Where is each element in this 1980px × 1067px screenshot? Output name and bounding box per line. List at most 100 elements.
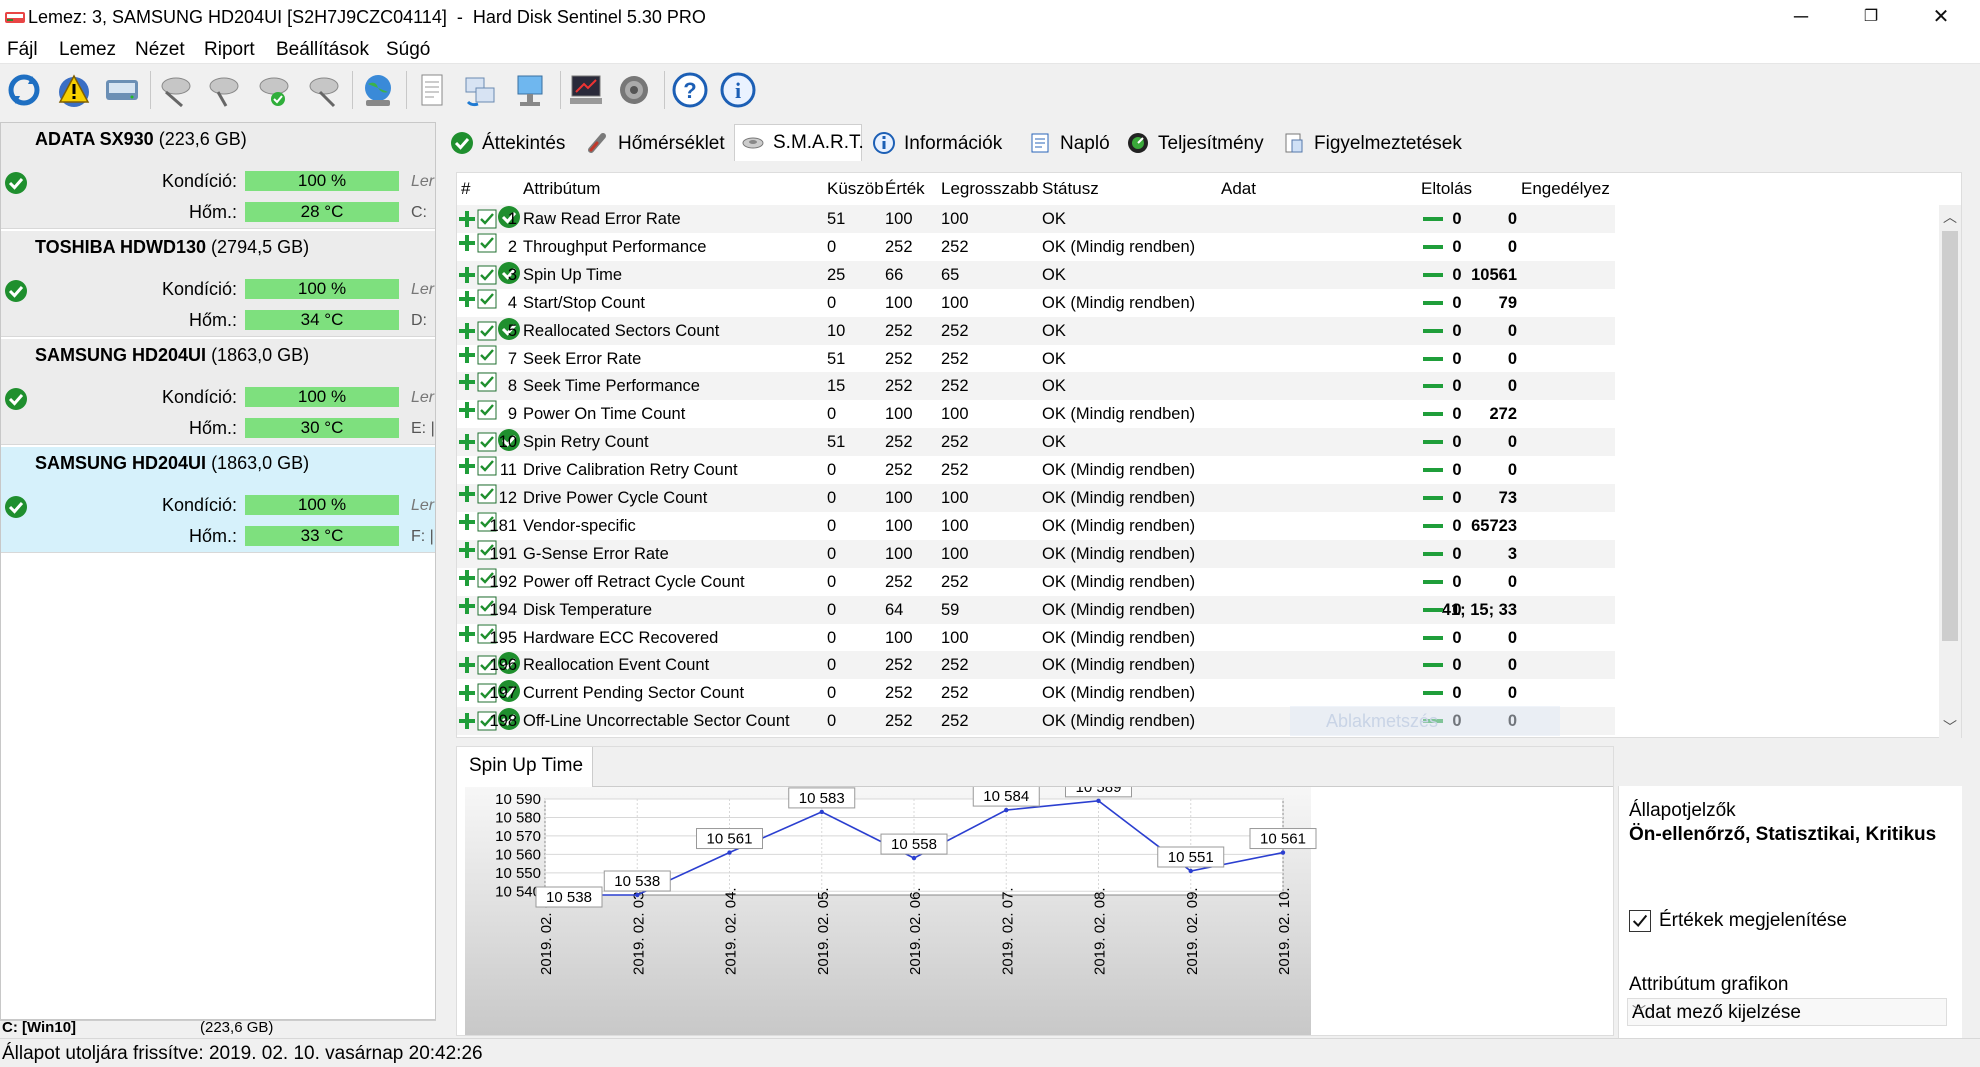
chart-tab[interactable]: Spin Up Time xyxy=(457,747,593,787)
table-row[interactable]: 7 Seek Error Rate 51 252 252 OK 0 0 xyxy=(457,345,1615,373)
minus-icon[interactable] xyxy=(1423,468,1443,473)
sync-icon[interactable] xyxy=(460,70,500,110)
header-enabled[interactable]: Engedélyez xyxy=(1521,179,1610,199)
data-point[interactable] xyxy=(911,855,917,861)
menu-file[interactable]: Fájl xyxy=(7,39,38,61)
disk-test-icon[interactable] xyxy=(156,70,196,110)
minus-icon[interactable] xyxy=(1423,217,1443,221)
table-row[interactable]: 196 Reallocation Event Count 0 252 252 OK (Mi… xyxy=(457,651,1615,680)
chart-options-pane: Állapotjelzők Ön-ellenőrző, Statisztikai… xyxy=(1618,786,1962,1038)
minus-icon[interactable] xyxy=(1423,272,1443,277)
minus-icon[interactable] xyxy=(1423,691,1443,696)
header-data[interactable]: Adat xyxy=(1221,179,1256,199)
data-point[interactable] xyxy=(1280,850,1286,855)
header-status[interactable]: Státusz xyxy=(1042,179,1099,199)
minus-icon[interactable] xyxy=(1423,607,1443,612)
data-point[interactable] xyxy=(1004,807,1009,813)
disk-item[interactable]: ADATA SX930 (223,6 GB) Kondíció: 100 % Ler H… xyxy=(1,123,435,229)
disk-surface-icon[interactable] xyxy=(204,70,244,110)
close-button[interactable]: ✕ xyxy=(1906,0,1976,36)
table-row[interactable]: 191 G-Sense Error Rate 0 100 100 OK (Mindig r… xyxy=(457,539,1615,568)
data-point[interactable] xyxy=(1096,798,1101,804)
minus-icon[interactable] xyxy=(1423,300,1443,305)
cell-threshold: 0 xyxy=(827,293,837,312)
minimize-button[interactable]: ─ xyxy=(1766,0,1836,36)
restore-button[interactable]: ❐ xyxy=(1836,0,1906,36)
speaker-icon[interactable] xyxy=(614,70,654,110)
table-row[interactable]: 192 Power off Retract Cycle Count 0 252 252 O… xyxy=(457,568,1615,596)
network-icon[interactable] xyxy=(510,70,550,110)
header-worst[interactable]: Legrosszabb xyxy=(941,179,1038,199)
table-row[interactable]: 2 Throughput Performance 0 252 252 OK (Mindig… xyxy=(457,233,1615,261)
help-icon[interactable]: ? xyxy=(670,70,710,110)
header-value[interactable]: Érték xyxy=(885,179,925,199)
table-row[interactable]: 4 Start/Stop Count 0 100 100 OK (Mindig rendb… xyxy=(457,289,1615,317)
table-row[interactable]: 181 Vendor-specific 0 100 100 OK (Mindig rend… xyxy=(457,512,1615,540)
minus-icon[interactable] xyxy=(1423,579,1443,584)
table-row[interactable]: 3 Spin Up Time 25 66 65 OK 10561 0 xyxy=(457,260,1615,289)
menu-disk[interactable]: Lemez xyxy=(59,39,116,61)
spin-up-time-chart: 10 59010 58010 57010 56010 55010 5402019… xyxy=(465,787,1317,1035)
graph-attr-select[interactable]: Adat mező kijelzése ﹀ xyxy=(1627,998,1947,1026)
minus-icon[interactable] xyxy=(1423,244,1443,249)
menu-help[interactable]: Súgó xyxy=(386,39,430,61)
menu-report[interactable]: Riport xyxy=(204,39,255,61)
data-point[interactable] xyxy=(819,809,824,815)
table-row[interactable]: 195 Hardware ECC Recovered 0 100 100 OK (Mind… xyxy=(457,624,1615,652)
show-values-checkbox[interactable] xyxy=(1629,910,1651,932)
table-row[interactable]: 11 Drive Calibration Retry Count 0 252 252 OK… xyxy=(457,456,1615,484)
table-row[interactable]: 8 Seek Time Performance 15 252 252 OK 0 0 xyxy=(457,372,1615,401)
report-icon[interactable] xyxy=(412,70,452,110)
scroll-up-icon[interactable]: ︿ xyxy=(1939,207,1961,227)
disk-ok-icon[interactable] xyxy=(254,70,294,110)
header-threshold[interactable]: Küszöb xyxy=(827,179,884,199)
cell-status: OK xyxy=(1042,321,1066,340)
table-row[interactable]: 1 Raw Read Error Rate 51 100 100 OK 0 0 xyxy=(457,205,1615,233)
minus-icon[interactable] xyxy=(1423,440,1443,445)
table-row[interactable]: 9 Power On Time Count 0 100 100 OK (Mindig re… xyxy=(457,400,1615,428)
info-icon[interactable]: i xyxy=(718,70,758,110)
table-row[interactable]: 12 Drive Power Cycle Count 0 100 100 OK (Mind… xyxy=(457,484,1615,512)
partition-row[interactable]: C: [Win10] (223,6 GB) xyxy=(0,1020,436,1036)
scroll-thumb[interactable] xyxy=(1942,231,1958,641)
minus-icon[interactable] xyxy=(1423,384,1443,389)
cell-attribute: Reallocated Sectors Count xyxy=(523,321,720,340)
table-row[interactable]: 194 Disk Temperature 0 64 59 OK (Mindig rendb… xyxy=(457,595,1615,624)
cell-attribute: Spin Up Time xyxy=(523,265,623,284)
disk-search-icon[interactable] xyxy=(304,70,344,110)
data-point[interactable] xyxy=(727,850,732,855)
table-row[interactable]: 10 Spin Retry Count 51 252 252 OK 0 0 xyxy=(457,428,1615,457)
minus-icon[interactable] xyxy=(1423,635,1443,640)
table-row[interactable]: 5 Reallocated Sectors Count 10 252 252 OK 0 0 xyxy=(457,316,1615,345)
header-attribute[interactable]: Attribútum xyxy=(523,179,600,199)
data-point[interactable] xyxy=(1188,868,1193,874)
disk-icon[interactable] xyxy=(102,70,142,110)
monitor-icon[interactable] xyxy=(566,70,606,110)
disk-item[interactable]: SAMSUNG HD204UI (1863,0 GB) Kondíció: 100 … xyxy=(1,339,435,445)
refresh-icon[interactable] xyxy=(4,70,44,110)
menu-settings[interactable]: Beállítások xyxy=(276,39,369,61)
disk-item[interactable]: TOSHIBA HDWD130 (2794,5 GB) Kondíció: 100 … xyxy=(1,231,435,337)
warning-icon[interactable] xyxy=(54,70,94,110)
table-row[interactable]: 197 Current Pending Sector Count 0 252 252 OK… xyxy=(457,679,1615,707)
cell-value: 252 xyxy=(885,321,913,340)
cell-offset: 0 xyxy=(1452,237,1462,256)
minus-icon[interactable] xyxy=(1423,412,1443,417)
show-values-label[interactable]: Értékek megjelenítése xyxy=(1659,910,1847,932)
tab-s-m-a-r-t-[interactable]: S.M.A.R.T. xyxy=(734,124,864,161)
smart-vertical-scrollbar[interactable]: ︿ ﹀ xyxy=(1939,205,1961,739)
minus-icon[interactable] xyxy=(1423,496,1443,500)
disk-ok-icon xyxy=(5,172,27,194)
minus-icon[interactable] xyxy=(1423,356,1443,361)
minus-icon[interactable] xyxy=(1423,551,1443,556)
minus-icon[interactable] xyxy=(1423,523,1443,528)
scroll-down-icon[interactable]: ﹀ xyxy=(1939,717,1961,737)
header-id[interactable]: # xyxy=(461,179,470,199)
data-point[interactable] xyxy=(635,892,640,898)
disk-item[interactable]: SAMSUNG HD204UI (1863,0 GB) Kondíció: 100 … xyxy=(1,447,435,553)
minus-icon[interactable] xyxy=(1423,663,1443,668)
header-offset[interactable]: Eltolás xyxy=(1421,179,1472,199)
globe-icon[interactable] xyxy=(358,70,398,110)
menu-view[interactable]: Nézet xyxy=(135,39,185,61)
minus-icon[interactable] xyxy=(1423,328,1443,333)
